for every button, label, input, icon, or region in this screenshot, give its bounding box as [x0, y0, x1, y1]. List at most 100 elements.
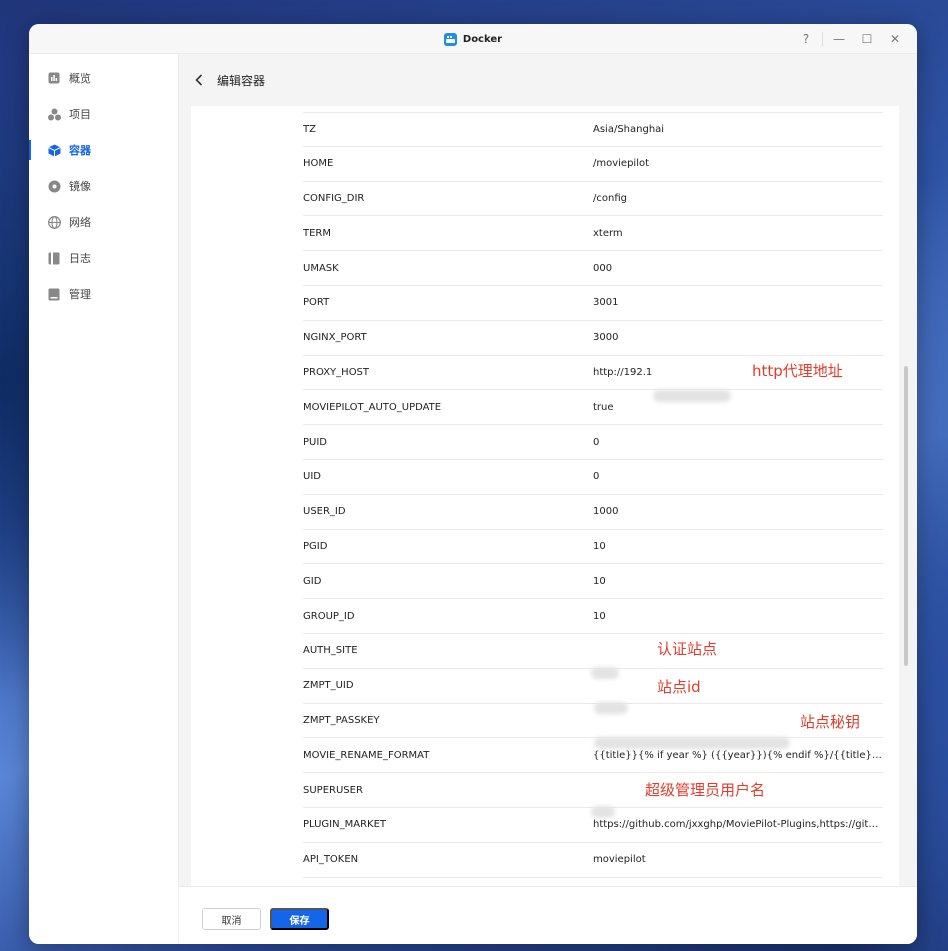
- env-value[interactable]: https://github.com/jxxghp/MoviePilot-Plu…: [593, 819, 883, 830]
- env-key: HOME: [303, 158, 334, 170]
- docker-icon: [443, 32, 457, 46]
- env-row: USER_ID 1000: [303, 495, 883, 530]
- env-key: API_TOKEN: [303, 854, 359, 866]
- env-value[interactable]: 000: [593, 263, 883, 274]
- env-value[interactable]: /config: [593, 193, 883, 204]
- env-row: NGINX_PORT 3000: [303, 321, 883, 356]
- env-key: CONFIG_DIR: [303, 192, 365, 204]
- minimize-button[interactable]: —: [825, 24, 853, 54]
- redaction-blur: [594, 737, 790, 749]
- env-key: MOVIEPILOT_AUTO_UPDATE: [303, 401, 442, 413]
- env-value[interactable]: 10: [593, 541, 883, 552]
- env-row: PORT 3001: [303, 286, 883, 321]
- sidebar-item-label: 项目: [69, 108, 91, 121]
- network-icon: [47, 215, 61, 229]
- env-key: NGINX_PORT: [303, 332, 367, 344]
- window-controls: ? — ☐ ✕: [792, 24, 909, 54]
- chart-icon: [47, 71, 61, 85]
- sidebar-item-containers[interactable]: 容器: [29, 132, 178, 168]
- redaction-blur: [591, 806, 615, 818]
- help-icon[interactable]: ?: [792, 24, 820, 54]
- env-value[interactable]: 3001: [593, 297, 883, 308]
- env-key: PUID: [303, 436, 327, 448]
- redaction-blur: [594, 702, 628, 714]
- env-value[interactable]: moviepilot: [593, 854, 883, 865]
- sidebar-item-label: 容器: [69, 144, 91, 157]
- env-key: UID: [303, 471, 321, 483]
- env-row: AUTH_SITE: [303, 634, 883, 669]
- scrollbar-thumb[interactable]: [904, 366, 908, 666]
- sidebar-item-images[interactable]: 镜像: [29, 168, 178, 204]
- env-row: PUID 0: [303, 425, 883, 460]
- env-value[interactable]: xterm: [593, 228, 883, 239]
- env-row: API_TOKEN moviepilot: [303, 843, 883, 878]
- env-row: GROUP_ID 10: [303, 599, 883, 634]
- env-row: ZMPT_PASSKEY: [303, 704, 883, 739]
- env-value[interactable]: /moviepilot: [593, 158, 883, 169]
- env-table: TZ Asia/Shanghai HOME/moviepilot CONFIG_DIR…: [303, 112, 883, 878]
- cancel-button[interactable]: 取消: [202, 908, 261, 930]
- sidebar-item-logs[interactable]: 日志: [29, 240, 178, 276]
- env-key: ZMPT_UID: [303, 680, 354, 692]
- env-value[interactable]: Asia/Shanghai: [593, 124, 883, 135]
- env-value[interactable]: 0: [593, 437, 883, 448]
- env-value[interactable]: true: [593, 402, 883, 413]
- env-key: AUTH_SITE: [303, 645, 358, 657]
- env-key: TERM: [303, 227, 332, 239]
- env-panel: TZ Asia/Shanghai HOME/moviepilot CONFIG_DIR…: [191, 106, 899, 886]
- scrollbar[interactable]: [899, 106, 917, 886]
- env-row: CONFIG_DIR/config: [303, 182, 883, 217]
- env-value[interactable]: 10: [593, 576, 883, 587]
- close-button[interactable]: ✕: [881, 24, 909, 54]
- titlebar: Docker ? — ☐ ✕: [29, 24, 917, 54]
- env-key: PGID: [303, 540, 328, 552]
- log-icon: [47, 251, 61, 265]
- env-row: UMASK 000: [303, 251, 883, 286]
- annotation-auth-site: 认证站点: [657, 640, 718, 658]
- window-title: Docker: [462, 33, 503, 45]
- env-row: MOVIEPILOT_AUTO_UPDATE true: [303, 390, 883, 426]
- redaction-blur: [653, 390, 731, 402]
- env-row: PGID 10: [303, 530, 883, 565]
- env-value[interactable]: 10: [593, 611, 883, 622]
- env-value[interactable]: {{title}}{% if year %} ({{year}}){% endi…: [593, 750, 883, 761]
- env-value[interactable]: 0: [593, 471, 883, 482]
- maximize-button[interactable]: ☐: [853, 24, 881, 54]
- env-row: GID 10: [303, 564, 883, 600]
- annotation-site-id: 站点id: [657, 678, 701, 696]
- sidebar-item-manage[interactable]: 管理: [29, 276, 178, 312]
- env-key: ZMPT_PASSKEY: [303, 714, 380, 726]
- sidebar-item-label: 概览: [69, 72, 91, 85]
- docker-window: Docker ? — ☐ ✕ 概览 项目 容器 镜像 网络 日志 管理 编辑容器…: [29, 24, 917, 944]
- env-key: PROXY_HOST: [303, 366, 370, 378]
- annotation-passkey: 站点秘钥: [800, 713, 861, 731]
- main-content: 编辑容器 TZ Asia/Shanghai HOME/moviepilot CONFI…: [179, 54, 917, 944]
- env-key: USER_ID: [303, 506, 346, 518]
- divider: [822, 32, 823, 46]
- env-key: UMASK: [303, 262, 339, 274]
- save-button[interactable]: 保存: [270, 908, 329, 930]
- container-icon: [47, 143, 61, 157]
- annotation-proxy: http代理地址: [752, 362, 843, 380]
- env-row: TZ Asia/Shanghai: [303, 112, 883, 147]
- sidebar-item-network[interactable]: 网络: [29, 204, 178, 240]
- footer: 取消 保存: [179, 886, 917, 944]
- sidebar-item-label: 网络: [69, 216, 91, 229]
- env-key: GROUP_ID: [303, 610, 355, 622]
- env-value[interactable]: 3000: [593, 332, 883, 343]
- env-value[interactable]: 1000: [593, 506, 883, 517]
- sidebar-item-overview[interactable]: 概览: [29, 60, 178, 96]
- project-icon: [47, 107, 61, 121]
- sidebar: 概览 项目 容器 镜像 网络 日志 管理: [29, 54, 179, 944]
- page-header: 编辑容器: [179, 54, 917, 106]
- redaction-blur: [591, 667, 619, 679]
- env-row: SUPERUSER: [303, 773, 883, 808]
- env-key: PORT: [303, 297, 330, 309]
- env-key: SUPERUSER: [303, 784, 363, 796]
- image-icon: [47, 179, 61, 193]
- sidebar-item-label: 镜像: [69, 180, 91, 193]
- sidebar-item-projects[interactable]: 项目: [29, 96, 178, 132]
- annotation-superuser: 超级管理员用户名: [645, 781, 766, 799]
- env-key: PLUGIN_MARKET: [303, 819, 387, 831]
- back-arrow-icon[interactable]: [191, 72, 207, 88]
